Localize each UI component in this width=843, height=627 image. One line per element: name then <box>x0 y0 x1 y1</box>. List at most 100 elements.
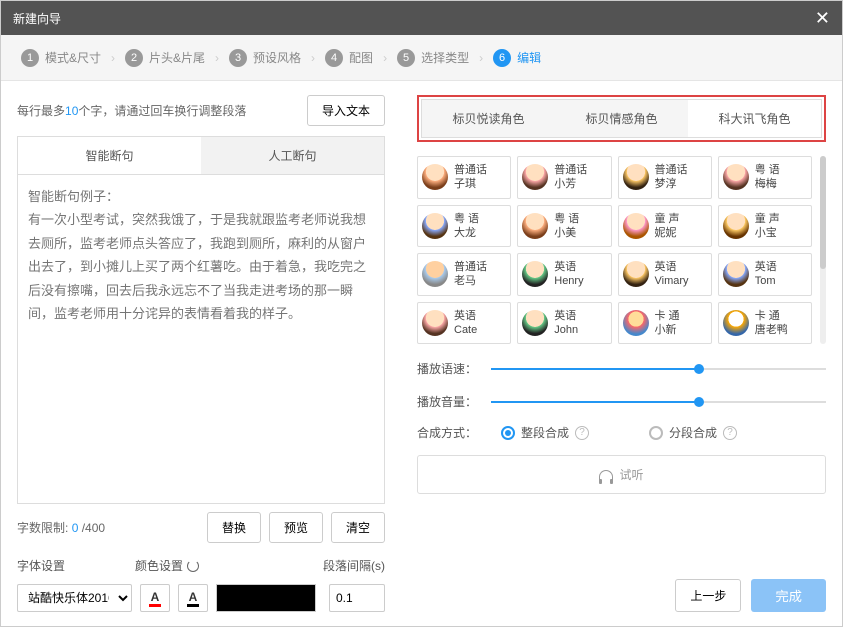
voice-name: 梦淳 <box>655 177 688 191</box>
step-6[interactable]: 6 编辑 <box>493 49 541 67</box>
voice-option[interactable]: 童 声妮妮 <box>618 205 712 248</box>
voice-lang: 普通话 <box>454 163 487 177</box>
char-count: 字数限制: 0 /400 <box>17 519 105 536</box>
finish-button[interactable]: 完成 <box>751 579 826 612</box>
text-color2-button[interactable]: A <box>178 584 208 612</box>
titlebar: 新建向导 ✕ <box>1 1 842 35</box>
preview-button[interactable]: 预览 <box>269 512 323 543</box>
voice-name: Cate <box>454 323 477 337</box>
voice-name: 小美 <box>554 226 579 240</box>
voice-lang: 普通话 <box>554 163 587 177</box>
voice-lang: 粤 语 <box>454 212 479 226</box>
paragraph-gap-input[interactable] <box>329 584 385 612</box>
voice-lang: 粤 语 <box>755 163 780 177</box>
text-color-button[interactable]: A <box>140 584 170 612</box>
voice-lang: 卡 通 <box>755 309 788 323</box>
tab-iflytek[interactable]: 科大讯飞角色 <box>688 100 821 137</box>
voice-lang: 普通话 <box>655 163 688 177</box>
clear-button[interactable]: 清空 <box>331 512 385 543</box>
step-num-icon: 5 <box>397 49 415 67</box>
voice-option[interactable]: 普通话梦淳 <box>618 156 712 199</box>
dialog-title: 新建向导 <box>13 10 61 27</box>
help-icon[interactable]: ? <box>723 426 737 440</box>
import-text-button[interactable]: 导入文本 <box>307 95 385 126</box>
step-label: 预设风格 <box>253 49 301 66</box>
close-icon[interactable]: ✕ <box>815 8 830 29</box>
volume-label: 播放音量： <box>417 393 481 410</box>
dialog-body: 每行最多10个字，请通过回车换行调整段落 导入文本 智能断句 人工断句 字数限制… <box>1 81 842 626</box>
avatar <box>422 213 448 239</box>
refresh-icon[interactable] <box>187 560 199 572</box>
speed-slider[interactable] <box>491 361 826 377</box>
voice-name: 子琪 <box>454 177 487 191</box>
step-num-icon: 1 <box>21 49 39 67</box>
voice-name: Tom <box>755 274 777 288</box>
voice-option[interactable]: 粤 语小美 <box>517 205 611 248</box>
voice-option[interactable]: 普通话子琪 <box>417 156 511 199</box>
voice-lang: 普通话 <box>454 260 487 274</box>
tab-auto-break[interactable]: 智能断句 <box>18 137 201 174</box>
wizard-steps: 1模式&尺寸›2片头&片尾›3预设风格›4配图›5选择类型›6编辑 <box>1 35 842 81</box>
voice-name: Henry <box>554 274 583 288</box>
char-limit-hint: 每行最多10个字，请通过回车换行调整段落 <box>17 102 246 119</box>
voice-option[interactable]: 卡 通小新 <box>618 302 712 345</box>
voice-option[interactable]: 粤 语梅梅 <box>718 156 812 199</box>
voice-scrollbar[interactable] <box>820 156 826 344</box>
tab-biaobeiemotion[interactable]: 标贝情感角色 <box>555 100 688 137</box>
sentence-tabs: 智能断句 人工断句 <box>17 136 385 175</box>
chevron-right-icon: › <box>215 51 219 65</box>
tab-manual-break[interactable]: 人工断句 <box>201 137 384 174</box>
voice-option[interactable]: 英语John <box>517 302 611 345</box>
avatar <box>623 213 649 239</box>
dialog: 新建向导 ✕ 1模式&尺寸›2片头&片尾›3预设风格›4配图›5选择类型›6编辑… <box>0 0 843 627</box>
tab-biaobeiread[interactable]: 标贝悦读角色 <box>422 100 555 137</box>
chevron-right-icon: › <box>383 51 387 65</box>
step-3[interactable]: 3 预设风格 <box>229 49 301 67</box>
voice-name: John <box>554 323 578 337</box>
step-num-icon: 2 <box>125 49 143 67</box>
avatar <box>422 261 448 287</box>
voice-option[interactable]: 粤 语大龙 <box>417 205 511 248</box>
step-label: 编辑 <box>517 49 541 66</box>
voice-lang: 英语 <box>554 309 578 323</box>
voice-option[interactable]: 英语Tom <box>718 253 812 296</box>
avatar <box>522 261 548 287</box>
avatar <box>422 310 448 336</box>
color-swatch[interactable] <box>216 584 316 612</box>
footer: 上一步 完成 <box>417 565 826 612</box>
volume-row: 播放音量： <box>417 393 826 410</box>
step-5[interactable]: 5选择类型 <box>397 49 469 67</box>
help-icon[interactable]: ? <box>575 426 589 440</box>
voice-option[interactable]: 普通话老马 <box>417 253 511 296</box>
step-label: 模式&尺寸 <box>45 49 101 66</box>
voice-name: 梅梅 <box>755 177 780 191</box>
replace-button[interactable]: 替换 <box>207 512 261 543</box>
voice-lang: 童 声 <box>655 212 680 226</box>
step-num-icon: 6 <box>493 49 511 67</box>
text-input[interactable] <box>17 175 385 504</box>
chevron-right-icon: › <box>111 51 115 65</box>
voice-option[interactable]: 普通话小芳 <box>517 156 611 199</box>
voice-name: Vimary <box>655 274 689 288</box>
step-2[interactable]: 2片头&片尾 <box>125 49 205 67</box>
radio-icon <box>649 426 663 440</box>
avatar <box>723 164 749 190</box>
audition-button[interactable]: 试听 <box>417 455 826 494</box>
avatar <box>623 164 649 190</box>
synth-segment-option[interactable]: 分段合成 ? <box>649 424 737 441</box>
step-1[interactable]: 1 模式&尺寸 <box>21 49 101 67</box>
voice-option[interactable]: 英语Vimary <box>618 253 712 296</box>
prev-button[interactable]: 上一步 <box>675 579 741 612</box>
volume-slider[interactable] <box>491 394 826 410</box>
font-select[interactable]: 站酷快乐体2016 <box>17 584 132 612</box>
voice-lang: 英语 <box>755 260 777 274</box>
step-num-icon: 3 <box>229 49 247 67</box>
voice-option[interactable]: 英语Henry <box>517 253 611 296</box>
voice-option[interactable]: 英语Cate <box>417 302 511 345</box>
synth-label: 合成方式： <box>417 424 481 441</box>
synth-full-option[interactable]: 整段合成 ? <box>501 424 589 441</box>
speed-row: 播放语速： <box>417 360 826 377</box>
voice-option[interactable]: 卡 通唐老鸭 <box>718 302 812 345</box>
step-4[interactable]: 4配图 <box>325 49 373 67</box>
voice-option[interactable]: 童 声小宝 <box>718 205 812 248</box>
